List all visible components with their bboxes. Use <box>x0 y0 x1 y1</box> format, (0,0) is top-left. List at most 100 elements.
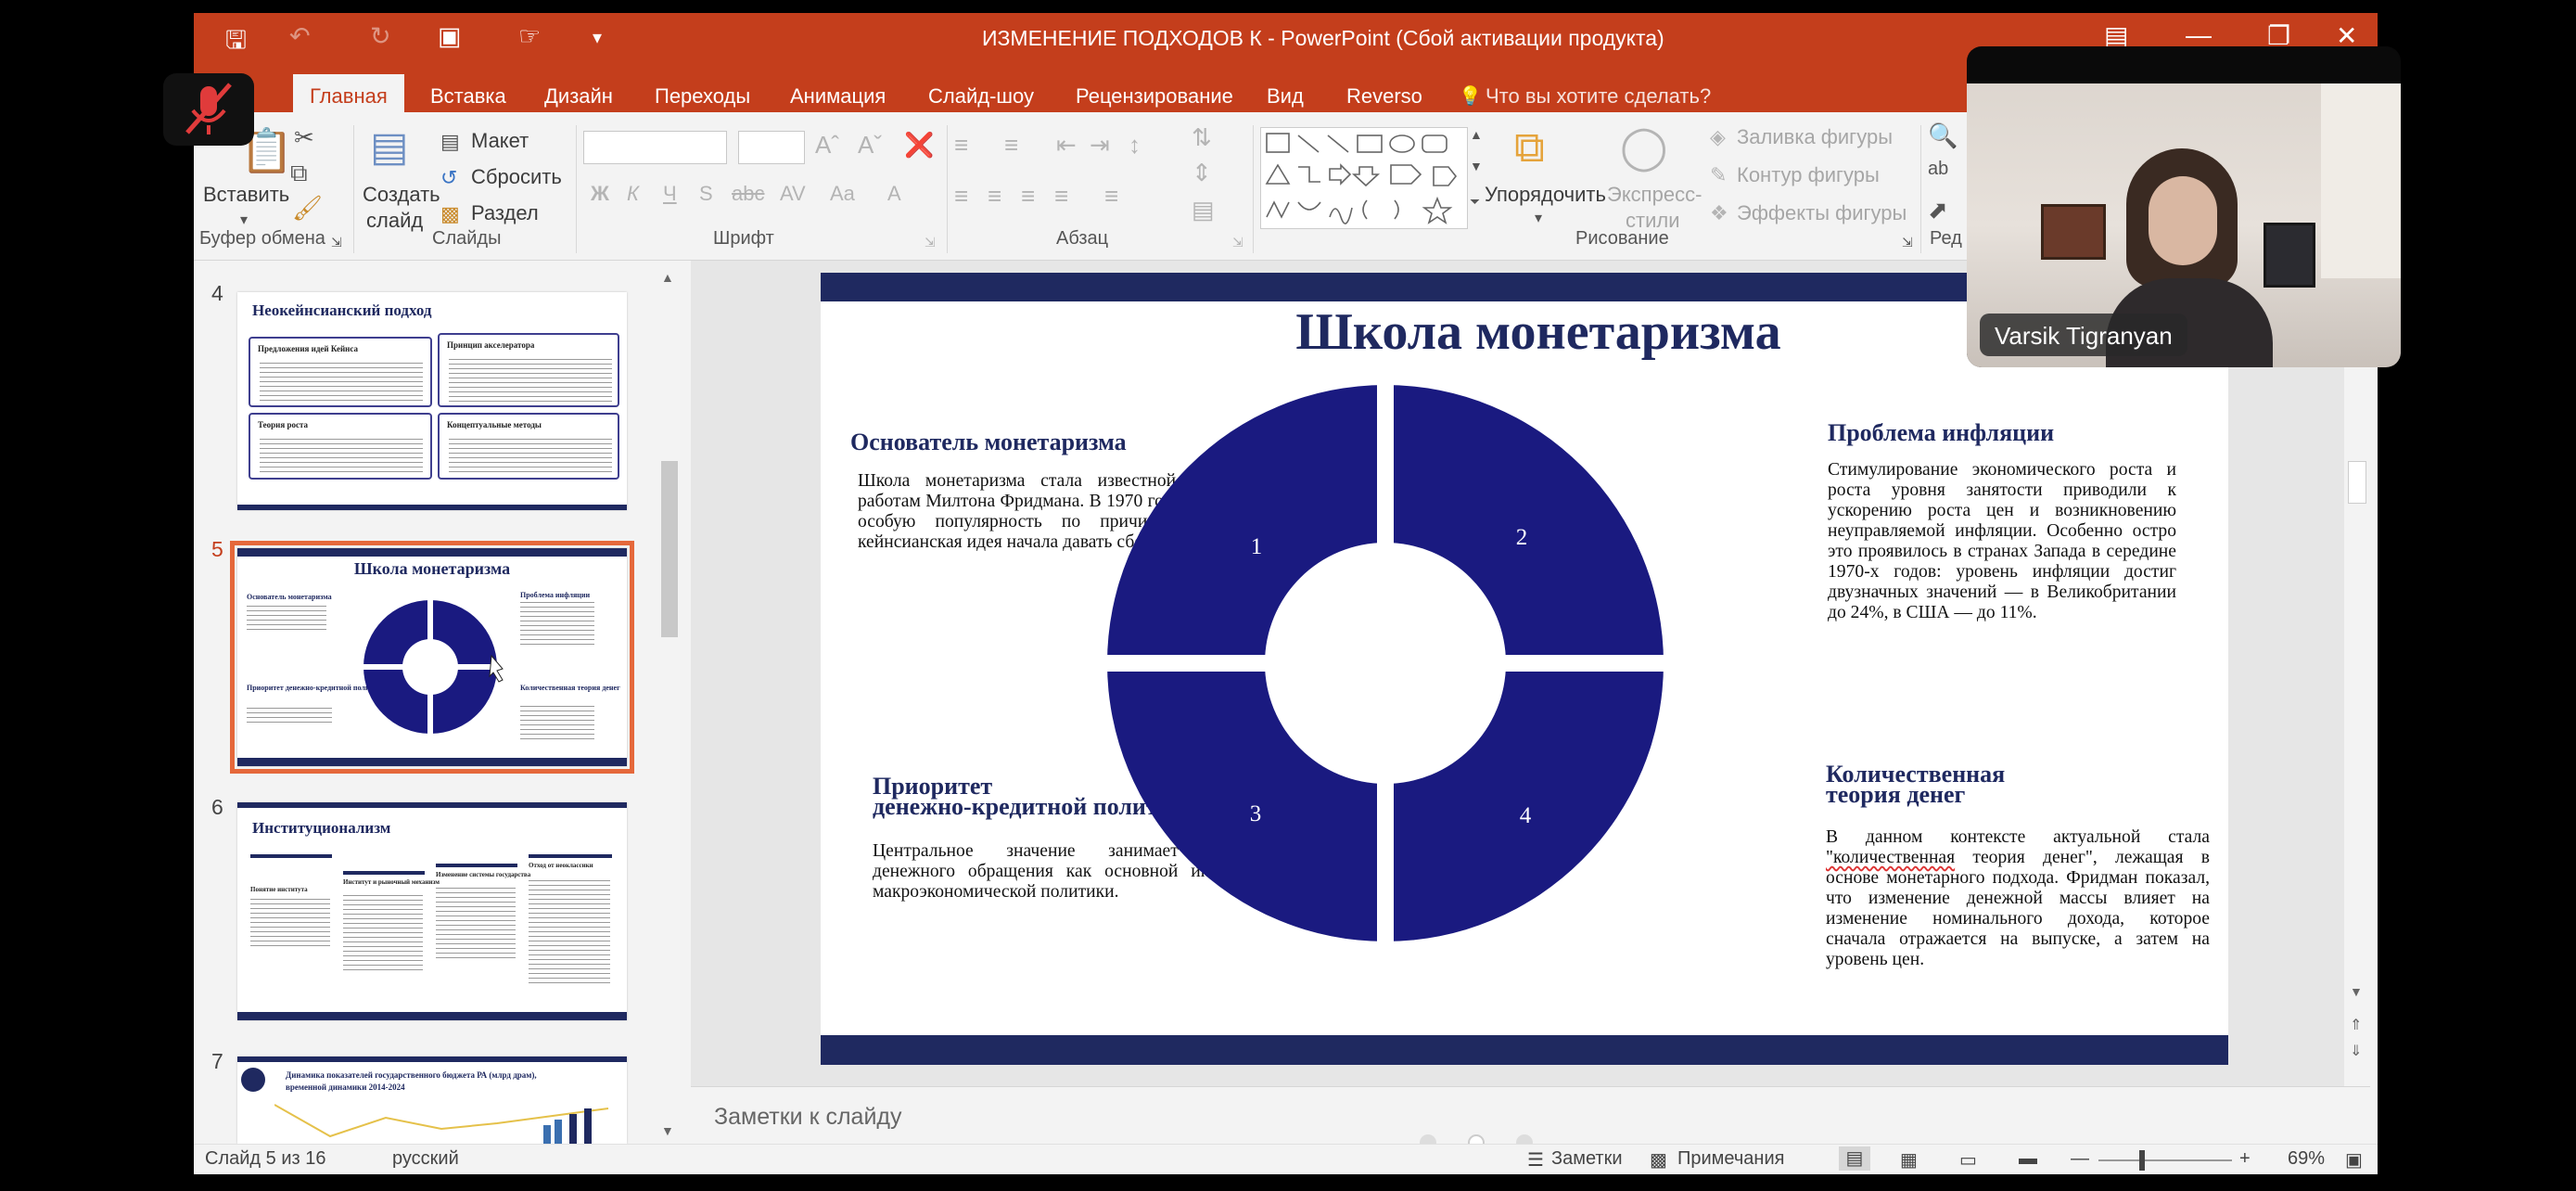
gallery-more-icon[interactable]: ⏷ <box>1470 194 1480 210</box>
line-shape[interactable] <box>1297 134 1320 153</box>
decrease-indent-icon[interactable]: ⇤ <box>1056 131 1077 160</box>
tab-slideshow[interactable]: Слайд-шоу <box>928 84 1034 109</box>
shape-fill-button[interactable]: Заливка фигуры <box>1737 125 1893 149</box>
previous-slide-icon[interactable]: ⇑ <box>2350 1016 2362 1034</box>
tab-design[interactable]: Дизайн <box>544 84 613 109</box>
arrange-button[interactable]: Упорядочить <box>1485 183 1606 207</box>
paste-dropdown-icon[interactable]: ▾ <box>240 211 248 229</box>
cut-icon[interactable]: ✂ <box>294 123 314 152</box>
new-slide-button[interactable]: Создать <box>363 183 440 207</box>
tab-insert[interactable]: Вставка <box>430 84 506 109</box>
customize-qat-icon[interactable]: ▾ <box>593 26 602 49</box>
slideshow-start-icon[interactable]: ▣ <box>438 22 462 51</box>
line-spacing-icon[interactable]: ↕ <box>1129 131 1141 160</box>
save-icon[interactable]: 🖫 <box>225 22 247 65</box>
layout-icon[interactable]: ▤ <box>440 130 460 154</box>
fit-slide-icon[interactable]: ▣ <box>2345 1148 2363 1172</box>
section-icon[interactable]: ▩ <box>440 202 460 226</box>
clear-formatting-icon[interactable]: ❌ <box>904 131 934 160</box>
tell-me-icon[interactable]: 💡 <box>1459 84 1482 108</box>
tab-review[interactable]: Рецензирование <box>1076 84 1233 109</box>
star-shape[interactable] <box>1422 196 1453 224</box>
pentagon-shape[interactable] <box>1390 164 1422 185</box>
right-brace-shape[interactable] <box>1394 199 1399 220</box>
reset-icon[interactable]: ↺ <box>440 166 457 190</box>
textbox-shape[interactable] <box>1266 133 1290 153</box>
slideshow-view-icon[interactable]: ▬ <box>2019 1148 2037 1170</box>
reading-view-icon[interactable]: ▭ <box>1959 1148 1977 1172</box>
format-painter-icon[interactable]: 🖌 <box>292 194 323 223</box>
ring-segment-1[interactable] <box>1107 385 1385 663</box>
increase-indent-icon[interactable]: ⇥ <box>1090 131 1110 160</box>
font-name-combo[interactable] <box>583 131 727 164</box>
arrange-icon[interactable]: ⧉ <box>1514 122 1545 173</box>
tab-reverso[interactable]: Reverso <box>1346 84 1422 109</box>
gallery-down-icon[interactable]: ▼ <box>1470 159 1483 173</box>
zoom-slider-thumb[interactable] <box>2139 1150 2145 1171</box>
thumbnails-scrollbar[interactable]: ▲ ▼ <box>657 270 682 1142</box>
down-arrow-shape[interactable] <box>1351 166 1381 187</box>
touch-mode-icon[interactable]: ☞ <box>518 22 541 51</box>
next-slide-icon[interactable]: ⇓ <box>2350 1042 2362 1060</box>
arc-shape[interactable] <box>1297 201 1321 211</box>
language-indicator[interactable]: русский <box>392 1148 459 1170</box>
notes-icon[interactable]: ☰ <box>1527 1148 1544 1172</box>
strikethrough-icon[interactable]: abc <box>732 182 764 206</box>
zoom-level[interactable]: 69% <box>2288 1148 2325 1170</box>
ring-segment-4[interactable] <box>1385 663 1664 941</box>
triangle-shape[interactable] <box>1265 163 1291 185</box>
zoom-out-icon[interactable]: — <box>2071 1148 2089 1170</box>
find-icon[interactable]: 🔍 <box>1928 122 1958 150</box>
align-text-icon[interactable]: ⇕ <box>1192 159 1212 187</box>
paste-button[interactable]: Вставить <box>203 183 289 207</box>
notes-placeholder[interactable]: Заметки к слайду <box>714 1104 902 1131</box>
chevron-shape[interactable] <box>1433 166 1458 186</box>
align-center-icon[interactable]: ≡ <box>988 182 1001 211</box>
paragraph-launcher-icon[interactable]: ⇲ <box>1232 235 1243 250</box>
bullets-icon[interactable]: ≡ <box>954 131 968 160</box>
change-case-icon[interactable]: Aa <box>830 182 855 206</box>
tab-transitions[interactable]: Переходы <box>655 84 750 109</box>
thumbnail-slide-7[interactable]: Динамика показателей государственного бю… <box>237 1057 627 1144</box>
numbering-icon[interactable]: ≡ <box>1004 131 1018 160</box>
increase-font-icon[interactable]: Aˆ <box>815 131 839 160</box>
notes-pane[interactable]: Заметки к слайду <box>691 1086 2370 1151</box>
font-size-combo[interactable] <box>738 131 805 164</box>
undo-icon[interactable]: ↶ <box>289 22 311 51</box>
arrange-dropdown-icon[interactable]: ▾ <box>1535 209 1542 227</box>
zoom-in-icon[interactable]: + <box>2239 1148 2251 1170</box>
char-spacing-icon[interactable]: AV <box>780 182 806 206</box>
canvas-scrollbar-thumb[interactable] <box>2348 461 2366 504</box>
shapes-gallery[interactable] <box>1260 127 1468 229</box>
underline-icon[interactable]: Ч <box>663 182 677 206</box>
replace-icon[interactable]: ab <box>1928 159 1948 180</box>
rounded-rectangle-shape[interactable] <box>1422 134 1447 153</box>
align-right-icon[interactable]: ≡ <box>1021 182 1035 211</box>
scroll-up-icon[interactable]: ▲ <box>661 270 674 285</box>
connector-shape[interactable] <box>1298 166 1320 183</box>
slide-5[interactable]: Школа монетаризма Основатель монетаризма… <box>821 273 2228 1065</box>
new-slide-button-2[interactable]: слайд <box>366 209 423 233</box>
microphone-muted-badge[interactable] <box>163 73 254 146</box>
reset-button[interactable]: Сбросить <box>471 165 562 189</box>
scroll-down-icon[interactable]: ▼ <box>2350 984 2363 999</box>
right-arrow-shape[interactable] <box>1329 163 1352 186</box>
redo-icon[interactable]: ↻ <box>370 22 391 51</box>
italic-icon[interactable]: К <box>627 182 639 206</box>
smartart-icon[interactable]: ▤ <box>1192 196 1215 224</box>
comments-icon[interactable]: ▩ <box>1650 1148 1667 1172</box>
shape-effects-button[interactable]: Эффекты фигуры <box>1737 201 1906 225</box>
font-color-icon[interactable]: A <box>887 182 901 206</box>
copy-icon[interactable]: ⧉ <box>290 159 308 188</box>
shape-fill-icon[interactable]: ◈ <box>1710 125 1726 149</box>
thumbnail-slide-5[interactable]: Школа монетаризма Основатель монетаризма… <box>237 548 627 766</box>
select-icon[interactable]: ⬈ <box>1928 196 1948 224</box>
align-left-icon[interactable]: ≡ <box>954 182 968 211</box>
tab-home[interactable]: Главная <box>293 74 404 112</box>
zoom-slider[interactable] <box>2098 1159 2232 1161</box>
bold-icon[interactable]: Ж <box>591 182 609 206</box>
canvas-scrollbar[interactable]: ▼ ⇑ ⇓ <box>2344 261 2370 1086</box>
drawing-launcher-icon[interactable]: ⇲ <box>1902 235 1913 250</box>
normal-view-icon[interactable]: ▤ <box>1839 1146 1870 1171</box>
freeform-shape[interactable] <box>1266 200 1290 219</box>
